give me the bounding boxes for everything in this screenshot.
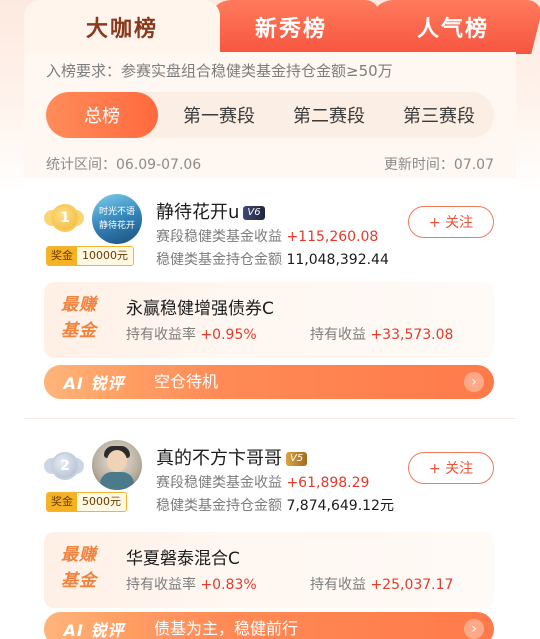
user-name-text: 真的不方卞哥哥: [156, 448, 282, 469]
statistics-range: 统计区间：06.09-07.06: [46, 157, 202, 173]
stage-income-value: +61,898.29: [286, 475, 370, 491]
avatar-caption-2: 静待花开: [98, 221, 135, 231]
tab-big-shot-label: 大咖榜: [85, 17, 158, 42]
follow-button[interactable]: + 关注: [408, 206, 494, 238]
vip-level-number: 5: [296, 453, 304, 464]
holding-profit-label: 持有收益: [310, 577, 366, 593]
holding-amount-label: 稳健类基金持仓金额: [156, 252, 282, 268]
ai-review-bar[interactable]: AI 锐评 债基为主，稳健前行 ›: [44, 612, 494, 639]
holding-return-rate-value: +0.95%: [200, 327, 257, 343]
ranking-list: 1 奖金 10000元 时光不语 静待花开 静待花开u V6 赛段稳健类基金收益 …: [24, 178, 516, 639]
user-name[interactable]: 静待花开u V6: [156, 198, 265, 224]
stage-income-row: 赛段稳健类基金收益 +61,898.29: [156, 472, 369, 492]
bonus-tag: 奖金: [47, 493, 77, 511]
user-name[interactable]: 真的不方卞哥哥 V5: [156, 444, 308, 470]
avatar[interactable]: 时光不语 静待花开: [92, 194, 142, 244]
holding-amount-row: 稳健类基金持仓金额 11,048,392.44: [156, 249, 389, 269]
bonus-badge: 奖金 5000元: [46, 492, 127, 512]
follow-button[interactable]: + 关注: [408, 452, 494, 484]
ranking-entry: 1 奖金 10000元 时光不语 静待花开 静待花开u V6 赛段稳健类基金收益 …: [24, 178, 516, 408]
stage-income-value: +115,260.08: [286, 229, 379, 245]
top-fund-badge: 最赚 基金: [56, 292, 102, 344]
holding-amount-value: 11,048,392.44: [286, 252, 389, 268]
holding-profit-value: +25,037.17: [370, 577, 454, 593]
badge-line-1: 最赚: [61, 295, 97, 315]
board-tabs: 新秀榜 人气榜 大咖榜: [0, 0, 540, 54]
holding-profit: 持有收益 +33,573.08: [310, 324, 453, 344]
silver-medal-icon: 2: [44, 452, 84, 482]
top-fund-card[interactable]: 最赚 基金 永赢稳健增强债券C 持有收益率 +0.95% 持有收益 +33,57…: [44, 282, 494, 358]
vip-level-badge: V6: [243, 206, 265, 220]
avatar[interactable]: [92, 440, 142, 490]
tab-popular[interactable]: 人气榜: [361, 0, 540, 54]
fund-name: 华夏磐泰混合C: [126, 549, 240, 569]
user-name-text: 静待花开u: [156, 202, 240, 223]
ai-review-text: 债基为主，稳健前行: [154, 619, 299, 638]
bonus-tag: 奖金: [47, 247, 77, 265]
bonus-amount: 5000元: [77, 493, 126, 511]
holding-return-rate: 持有收益率 +0.95%: [126, 324, 257, 344]
tab-rookie-label: 新秀榜: [254, 17, 327, 42]
ai-review-bar[interactable]: AI 锐评 空仓待机 ›: [44, 365, 494, 399]
tab-rookie[interactable]: 新秀榜: [199, 0, 383, 54]
holding-amount-label: 稳健类基金持仓金额: [156, 498, 282, 514]
holding-return-rate: 持有收益率 +0.83%: [126, 574, 257, 594]
ai-review-label: AI 锐评: [44, 365, 144, 399]
avatar-face: [107, 450, 127, 472]
segment-selector: 总榜 第一赛段 第二赛段 第三赛段: [46, 92, 494, 138]
badge-line-1: 最赚: [61, 545, 97, 565]
stage-income-label: 赛段稳健类基金收益: [156, 475, 282, 491]
entry-requirement: 入榜要求：参赛实盘组合稳健类基金持仓金额≥50万: [46, 62, 393, 80]
badge-line-2: 基金: [61, 321, 97, 341]
holding-profit-label: 持有收益: [310, 327, 366, 343]
chevron-right-icon: ›: [464, 372, 484, 392]
segment-stage-1[interactable]: 第一赛段: [164, 92, 274, 138]
stage-income-row: 赛段稳健类基金收益 +115,260.08: [156, 226, 378, 246]
tab-popular-label: 人气榜: [416, 17, 489, 42]
gold-medal-icon: 1: [44, 204, 84, 234]
tab-big-shot[interactable]: 大咖榜: [24, 0, 220, 54]
medal-rank: 1: [51, 204, 79, 232]
top-fund-card[interactable]: 最赚 基金 华夏磐泰混合C 持有收益率 +0.83% 持有收益 +25,037.…: [44, 532, 494, 608]
update-time: 更新时间：07.07: [383, 157, 494, 173]
bonus-badge: 奖金 10000元: [46, 246, 134, 266]
segment-stage-2[interactable]: 第二赛段: [274, 92, 384, 138]
vip-level-number: 6: [254, 207, 261, 218]
stage-income-label: 赛段稳健类基金收益: [156, 229, 282, 245]
leaderboard-page: 新秀榜 人气榜 大咖榜 入榜要求：参赛实盘组合稳健类基金持仓金额≥50万 总榜 …: [0, 0, 540, 639]
top-fund-badge: 最赚 基金: [56, 542, 102, 594]
ranking-entry: 2 奖金 5000元 真的不方卞哥哥 V5 赛段稳健类基金收益 +61,898.2…: [24, 426, 516, 639]
holding-return-rate-value: +0.83%: [200, 577, 257, 593]
entry-divider: [24, 418, 516, 419]
chevron-right-icon: ›: [464, 619, 484, 639]
bonus-amount: 10000元: [77, 247, 133, 265]
holding-profit-value: +33,573.08: [370, 327, 454, 343]
ai-review-label: AI 锐评: [44, 612, 144, 639]
avatar-caption-1: 时光不语: [98, 207, 135, 217]
segment-overall[interactable]: 总榜: [46, 92, 158, 138]
holding-amount-value: 7,874,649.12元: [286, 498, 394, 514]
badge-line-2: 基金: [61, 571, 97, 591]
segment-stage-3[interactable]: 第三赛段: [384, 92, 494, 138]
holding-profit: 持有收益 +25,037.17: [310, 574, 453, 594]
ai-review-text: 空仓待机: [154, 372, 219, 391]
vip-level-badge: V5: [286, 452, 308, 466]
medal-rank: 2: [51, 452, 79, 480]
holding-return-rate-label: 持有收益率: [126, 577, 196, 593]
holding-amount-row: 稳健类基金持仓金额 7,874,649.12元: [156, 495, 394, 515]
holding-return-rate-label: 持有收益率: [126, 327, 196, 343]
fund-name: 永赢稳健增强债券C: [126, 299, 274, 319]
avatar-body: [100, 472, 134, 490]
